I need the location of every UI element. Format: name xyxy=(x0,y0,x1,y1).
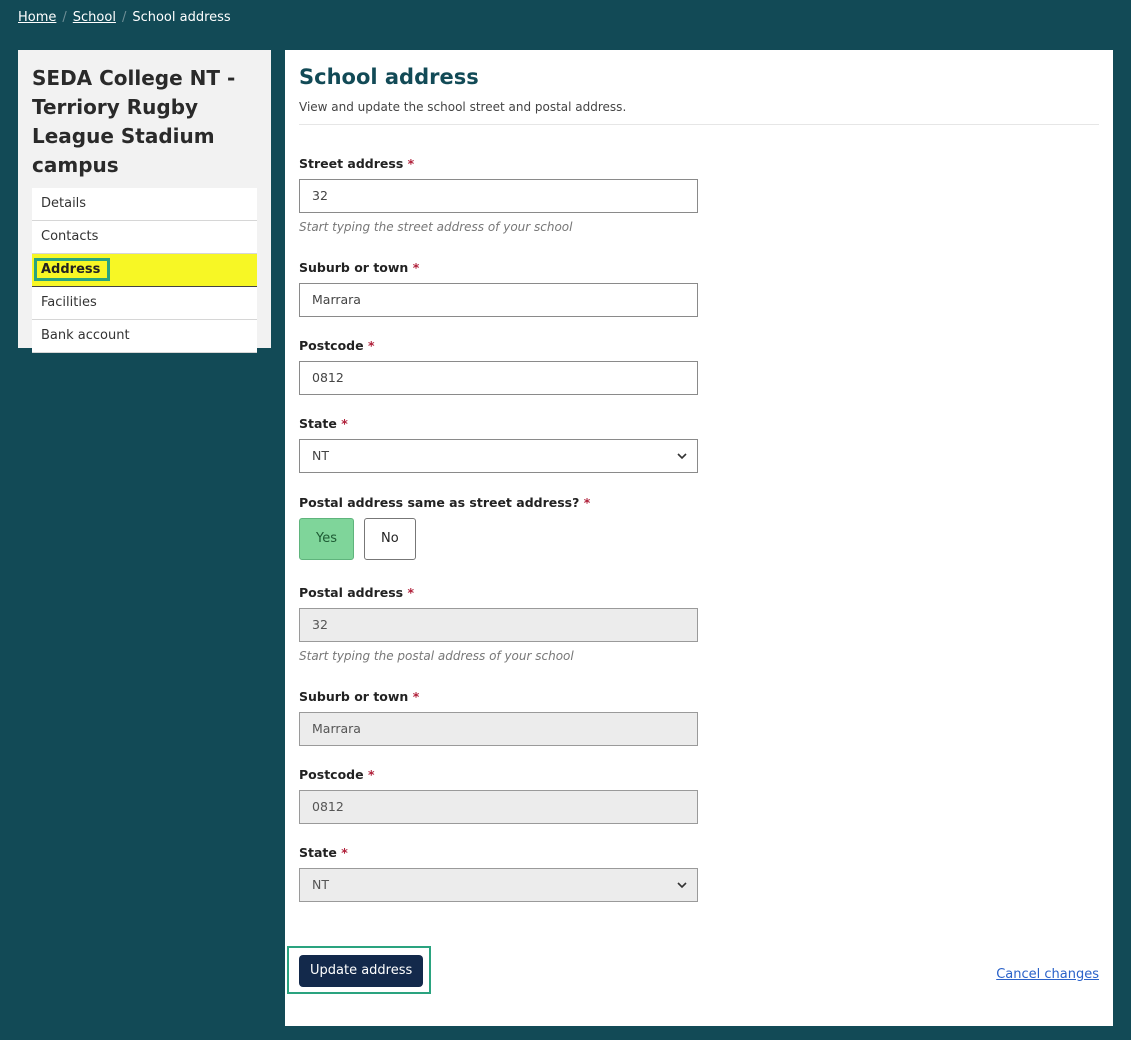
main-panel: School address View and update the schoo… xyxy=(285,50,1113,1026)
breadcrumb-school-link[interactable]: School xyxy=(73,10,116,25)
suburb-input[interactable]: Marrara xyxy=(299,283,698,317)
chevron-down-icon xyxy=(677,453,687,460)
breadcrumb-separator: / xyxy=(62,10,67,25)
postal-state-value: NT xyxy=(312,877,329,892)
postal-address-input: 32 xyxy=(299,608,698,642)
breadcrumb-current: School address xyxy=(132,10,231,25)
street-address-label: Street address * xyxy=(299,156,415,171)
postcode-label: Postcode * xyxy=(299,338,375,353)
sidebar-nav: Details Contacts Address Facilities Bank… xyxy=(32,188,257,353)
sidebar-item-contacts[interactable]: Contacts xyxy=(32,221,257,254)
postal-postcode-label: Postcode * xyxy=(299,767,375,782)
breadcrumb-separator: / xyxy=(121,10,127,25)
no-button[interactable]: No xyxy=(364,518,416,560)
sidebar-item-facilities[interactable]: Facilities xyxy=(32,287,257,320)
postal-same-toggle: Yes No xyxy=(299,518,698,560)
state-label: State * xyxy=(299,416,348,431)
school-name: SEDA College NT - Terriory Rugby League … xyxy=(32,66,236,177)
update-address-button[interactable]: Update address xyxy=(299,955,424,987)
sidebar: SEDA College NT - Terriory Rugby League … xyxy=(18,50,271,353)
page-title: School address xyxy=(299,65,479,89)
breadcrumb-home-link[interactable]: Home xyxy=(18,10,56,25)
state-group: State * NT xyxy=(299,416,698,473)
sidebar-item-bank-account[interactable]: Bank account xyxy=(32,320,257,353)
postcode-group: Postcode * 0812 xyxy=(299,338,698,395)
postal-suburb-input: Marrara xyxy=(299,712,698,746)
postal-state-select: NT xyxy=(299,868,698,902)
street-address-hint: Start typing the street address of your … xyxy=(299,220,573,234)
postal-state-label: State * xyxy=(299,845,348,860)
yes-button[interactable]: Yes xyxy=(299,518,354,560)
sidebar-item-address[interactable]: Address xyxy=(32,254,257,287)
chevron-down-icon xyxy=(677,882,687,889)
street-address-group: Street address * 32 Start typing the str… xyxy=(299,156,698,234)
sidebar-item-label: Contacts xyxy=(41,229,99,244)
sidebar-item-label: Bank account xyxy=(41,328,130,343)
page-subtitle: View and update the school street and po… xyxy=(299,100,1099,125)
postal-same-label: Postal address same as street address? * xyxy=(299,495,591,510)
sidebar-item-label: Facilities xyxy=(41,295,97,310)
postal-address-hint: Start typing the postal address of your … xyxy=(299,649,574,663)
cancel-changes-link[interactable]: Cancel changes xyxy=(996,967,1099,982)
sidebar-item-label: Address xyxy=(34,258,111,281)
state-select-value: NT xyxy=(312,448,329,463)
street-address-input[interactable]: 32 xyxy=(299,179,698,213)
postal-suburb-label: Suburb or town * xyxy=(299,689,420,704)
postal-address-label: Postal address * xyxy=(299,585,414,600)
postal-same-group: Postal address same as street address? *… xyxy=(299,495,698,560)
breadcrumb: Home / School / School address xyxy=(18,10,231,25)
postal-postcode-group: Postcode * 0812 xyxy=(299,767,698,824)
sidebar-item-label: Details xyxy=(41,196,87,211)
postal-postcode-input: 0812 xyxy=(299,790,698,824)
postal-address-group: Postal address * 32 Start typing the pos… xyxy=(299,585,698,663)
postcode-input[interactable]: 0812 xyxy=(299,361,698,395)
sidebar-item-details[interactable]: Details xyxy=(32,188,257,221)
suburb-group: Suburb or town * Marrara xyxy=(299,260,698,317)
postal-suburb-group: Suburb or town * Marrara xyxy=(299,689,698,746)
suburb-label: Suburb or town * xyxy=(299,260,420,275)
state-select[interactable]: NT xyxy=(299,439,698,473)
postal-state-group: State * NT xyxy=(299,845,698,902)
update-button-highlight: Update address xyxy=(287,946,431,994)
